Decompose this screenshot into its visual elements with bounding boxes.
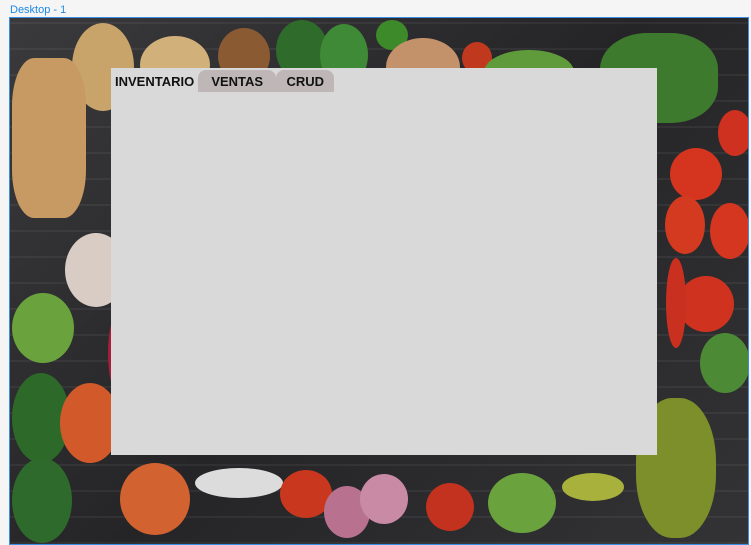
leaf-decoration: [700, 333, 748, 393]
tomato-decoration: [718, 110, 748, 156]
frame-label: Desktop - 1: [10, 4, 67, 16]
tab-bar: INVENTARIO VENTAS CRUD: [111, 70, 335, 92]
tomato-decoration: [678, 276, 734, 332]
main-panel: [111, 68, 657, 455]
tomato-decoration: [426, 483, 474, 531]
tab-ventas[interactable]: VENTAS: [198, 70, 277, 92]
broccoli-decoration: [12, 293, 74, 363]
tomato-decoration: [120, 463, 190, 535]
blueberry-bowl-decoration: [195, 468, 283, 498]
onion-decoration: [360, 474, 408, 524]
tomato-decoration: [666, 258, 686, 348]
tomato-decoration: [710, 203, 748, 259]
avocado-decoration: [562, 473, 624, 501]
broccoli-decoration: [488, 473, 556, 533]
tomato-decoration: [670, 148, 722, 200]
ginger-decoration: [12, 58, 86, 218]
spinach-decoration: [12, 458, 72, 543]
tomato-decoration: [665, 196, 705, 254]
tab-inventario[interactable]: INVENTARIO: [111, 70, 199, 92]
tab-crud[interactable]: CRUD: [276, 70, 335, 92]
